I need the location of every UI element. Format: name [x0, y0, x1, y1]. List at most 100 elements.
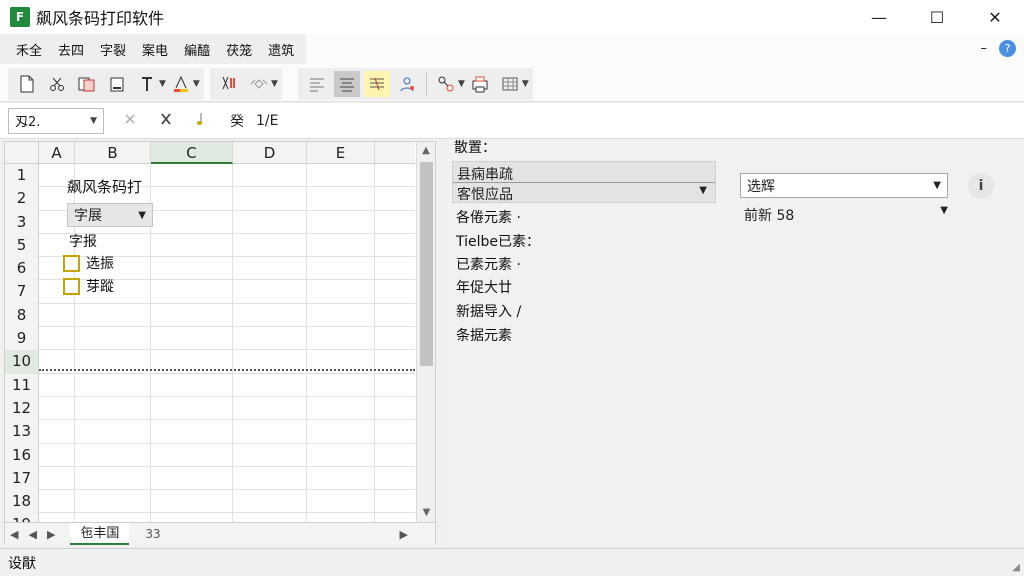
checkbox[interactable] — [63, 254, 80, 272]
row-header[interactable]: 16 — [5, 443, 39, 467]
row-header[interactable]: 19 — [5, 513, 39, 522]
menu-item-6[interactable]: 遗筑 — [260, 40, 302, 59]
align-left-icon[interactable] — [304, 71, 330, 97]
chevron-down-icon[interactable]: ▼ — [159, 79, 166, 89]
row-header[interactable]: 8 — [5, 303, 39, 328]
tools-icon[interactable] — [433, 71, 459, 97]
row-header[interactable]: 18 — [5, 490, 39, 514]
scroll-up-icon[interactable]: ▲ — [417, 142, 435, 160]
cell-dropdown-value: 字展 — [74, 208, 102, 224]
font-color-icon[interactable] — [168, 71, 194, 97]
row-header[interactable]: 12 — [5, 396, 39, 421]
row-header[interactable]: 11 — [5, 373, 39, 397]
menu-item-5[interactable]: 茯笼 — [218, 40, 260, 59]
value-dropdown[interactable]: 前新 58 ▼ — [744, 205, 948, 225]
align-center-icon[interactable] — [334, 71, 360, 97]
barcode-text-icon[interactable] — [216, 71, 242, 97]
column-header[interactable]: F — [375, 142, 415, 164]
window-title: 飙风条码打印软件 — [36, 9, 165, 28]
print-icon[interactable] — [467, 71, 493, 97]
paste-icon[interactable] — [104, 71, 130, 97]
prev-sheet-icon[interactable]: ◀ — [28, 528, 36, 541]
row-header[interactable]: 13 — [5, 420, 39, 444]
table-row: 8 — [5, 303, 415, 328]
text-format-icon[interactable] — [134, 71, 160, 97]
column-header[interactable]: D — [233, 142, 307, 164]
column-header[interactable]: A — [39, 142, 75, 164]
checkbox-item[interactable]: 芽蹤 — [63, 276, 114, 296]
row-header[interactable]: 7 — [5, 280, 39, 304]
ribbon-minimize-button[interactable]: – — [981, 41, 988, 56]
row-header-selected[interactable]: 10 — [5, 350, 39, 374]
cut-icon[interactable] — [44, 71, 70, 97]
chevron-down-icon[interactable]: ▼ — [940, 205, 948, 225]
select-all-corner[interactable] — [5, 142, 39, 164]
menu-item-4[interactable]: 編醯 — [176, 40, 218, 59]
table-icon[interactable] — [497, 71, 523, 97]
first-sheet-icon[interactable]: ◀ — [10, 528, 18, 541]
formula-bar: 刄2. ▼ 癸 1/E — [0, 103, 1024, 139]
chevron-down-icon[interactable]: ▼ — [193, 79, 200, 89]
cell-dropdown[interactable]: 字展 ▼ — [67, 203, 153, 227]
menu-item-3[interactable]: 案电 — [134, 40, 176, 59]
table-row: 12 — [5, 396, 415, 421]
minimize-button[interactable]: — — [850, 0, 908, 34]
scroll-thumb[interactable] — [420, 162, 433, 366]
chevron-down-icon[interactable]: ▼ — [522, 79, 529, 89]
vertical-scrollbar[interactable]: ▲ ▼ — [416, 142, 435, 522]
close-button[interactable]: ✕ — [966, 0, 1024, 34]
name-box[interactable]: 刄2. ▼ — [8, 107, 104, 134]
cell-label[interactable]: 字报 — [69, 231, 97, 251]
row-header[interactable]: 17 — [5, 466, 39, 491]
info-icon[interactable]: i — [968, 173, 994, 199]
chevron-down-icon[interactable]: ▼ — [271, 79, 278, 89]
property-label[interactable]: 条据元素 — [456, 325, 512, 345]
checkbox-item[interactable]: 选振 — [63, 253, 114, 273]
row-header[interactable]: 3 — [5, 210, 39, 234]
maximize-button[interactable]: ☐ — [908, 0, 966, 34]
checkbox[interactable] — [63, 277, 80, 295]
element-type-select[interactable]: 县痫串疏 客恨应品 ▼ — [452, 161, 716, 203]
sheet-tab-active[interactable]: 㐌丰国 — [70, 523, 130, 545]
help-icon[interactable]: ? — [999, 40, 1016, 57]
column-header-selected[interactable]: C — [151, 142, 233, 164]
property-label[interactable]: 已素元素 · — [456, 254, 521, 274]
cell-text[interactable]: 飙风条码打 — [67, 176, 142, 197]
user-icon[interactable] — [394, 71, 420, 97]
menu-item-1[interactable]: 去四 — [50, 40, 92, 59]
column-header[interactable]: E — [307, 142, 375, 164]
row-header[interactable]: 9 — [5, 327, 39, 351]
sheet-tab[interactable]: 33 — [145, 527, 160, 541]
menu-item-2[interactable]: 字裂 — [92, 40, 134, 59]
next-sheet-icon[interactable]: ▶ — [47, 528, 55, 541]
close-icon[interactable] — [156, 112, 176, 130]
new-document-icon[interactable] — [14, 71, 40, 97]
chevron-down-icon[interactable]: ▼ — [138, 210, 146, 221]
property-label[interactable]: Tielbe已素： — [456, 231, 540, 251]
row-header[interactable]: 5 — [5, 233, 39, 258]
align-justify-icon[interactable] — [364, 71, 390, 97]
select-line: 县痫串疏 — [457, 167, 513, 183]
chevron-down-icon[interactable]: ▼ — [90, 116, 97, 126]
property-label[interactable]: 各倦元素 · — [456, 207, 521, 227]
row-header[interactable]: 1 — [5, 164, 39, 188]
row-header[interactable]: 2 — [5, 187, 39, 211]
toolbar: ▼ ▼ ▼ ▼ ▼ — [0, 64, 1024, 102]
property-label[interactable]: 新据导入 / — [456, 301, 521, 321]
chevron-down-icon[interactable]: ▼ — [458, 79, 465, 89]
option-combobox[interactable]: 选辉 ▼ — [740, 173, 948, 198]
diamond-icon[interactable] — [246, 71, 272, 97]
music-note-icon[interactable] — [192, 111, 212, 131]
menu-item-0[interactable]: 禾全 — [8, 40, 50, 59]
cancel-edit-icon[interactable] — [120, 112, 140, 130]
chevron-down-icon[interactable]: ▼ — [699, 185, 707, 196]
copy-icon[interactable] — [74, 71, 100, 97]
resize-grip-icon[interactable]: ◢ — [1012, 562, 1020, 573]
chevron-down-icon[interactable]: ▼ — [933, 180, 941, 191]
scroll-down-icon[interactable]: ▼ — [417, 504, 436, 522]
scroll-right-icon[interactable]: ▶ — [400, 528, 408, 541]
formula-input[interactable]: 1/E — [256, 113, 278, 129]
column-header[interactable]: B — [75, 142, 151, 164]
row-header[interactable]: 6 — [5, 257, 39, 281]
property-label[interactable]: 年促大廿 — [456, 277, 512, 297]
